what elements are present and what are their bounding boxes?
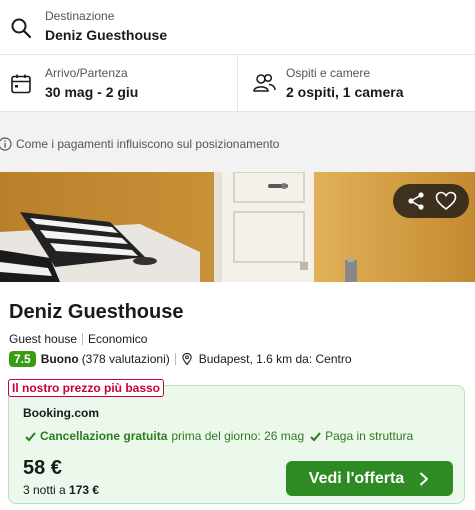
search-icon <box>11 18 32 39</box>
guests-icon <box>253 73 276 92</box>
dates-label: Arrivo/Partenza <box>45 66 128 80</box>
hotel-card: Deniz Guesthouse Guest house Economico 7… <box>0 282 475 510</box>
share-icon <box>408 192 424 210</box>
chevron-right-icon <box>420 472 429 485</box>
destination-label: Destinazione <box>45 9 115 23</box>
rating-row[interactable]: 7.5 Buono (378 valutazioni) Budapest, 1.… <box>9 350 352 368</box>
price-per-night: 58 € <box>23 457 62 479</box>
perk-pay-label: Paga in struttura <box>325 429 414 443</box>
destination-value: Deniz Guesthouse <box>45 27 168 43</box>
offer-box[interactable]: Booking.com Cancellazione gratuita prima… <box>8 385 465 504</box>
hotel-category: Economico <box>88 332 148 346</box>
guests-label: Ospiti e camere <box>286 66 371 80</box>
map-pin-icon <box>181 353 192 365</box>
share-button[interactable] <box>404 189 428 213</box>
ranking-info-link[interactable]: Come i pagamenti influiscono sul posizio… <box>0 135 279 153</box>
lowest-price-badge: Il nostro prezzo più basso <box>8 379 165 397</box>
nights-prefix: 3 notti a <box>23 483 66 497</box>
rating-word: Buono <box>40 352 79 366</box>
rating-count: (378 valutazioni) <box>81 352 170 366</box>
photo-actions <box>393 184 469 218</box>
heart-icon <box>435 191 457 211</box>
hotel-name[interactable]: Deniz Guesthouse <box>9 301 183 324</box>
total-price: 3 notti a 173 € <box>23 483 99 497</box>
dates-field[interactable]: Arrivo/Partenza 30 mag - 2 giu <box>0 55 238 112</box>
favorite-button[interactable] <box>434 189 458 213</box>
guests-value: 2 ospiti, 1 camera <box>286 84 404 100</box>
divider <box>174 353 176 365</box>
calendar-icon <box>11 74 31 94</box>
guests-field[interactable]: Ospiti e camere 2 ospiti, 1 camera <box>238 55 475 112</box>
dates-value: 30 mag - 2 giu <box>45 84 139 100</box>
destination-field[interactable]: Destinazione Deniz Guesthouse <box>0 0 475 55</box>
hotel-meta: Guest house Economico <box>9 332 147 346</box>
divider <box>82 333 84 345</box>
check-icon <box>25 431 36 441</box>
location-text: Budapest, 1.6 km da: Centro <box>198 352 352 366</box>
perk-pay-at-property: Paga in struttura <box>310 429 413 443</box>
ranking-info-text: Come i pagamenti influiscono sul posizio… <box>16 137 280 151</box>
perk-free-cancellation: Cancellazione gratuita <box>40 429 168 443</box>
view-offer-button[interactable]: Vedi l'offerta <box>286 461 453 496</box>
hotel-type: Guest house <box>9 332 78 346</box>
offer-perks: Cancellazione gratuita prima del giorno:… <box>25 429 413 443</box>
view-offer-label: Vedi l'offerta <box>308 469 405 487</box>
search-panel: Destinazione Deniz Guesthouse Arrivo/Par… <box>0 0 475 112</box>
check-icon <box>310 431 321 441</box>
provider-name: Booking.com <box>23 406 100 420</box>
info-icon <box>0 137 12 151</box>
nights-total: 173 € <box>69 483 100 497</box>
perk-cancellation-date: prima del giorno: 26 mag <box>171 429 305 443</box>
location: Budapest, 1.6 km da: Centro <box>181 352 352 366</box>
rating-score-badge: 7.5 <box>9 351 36 367</box>
